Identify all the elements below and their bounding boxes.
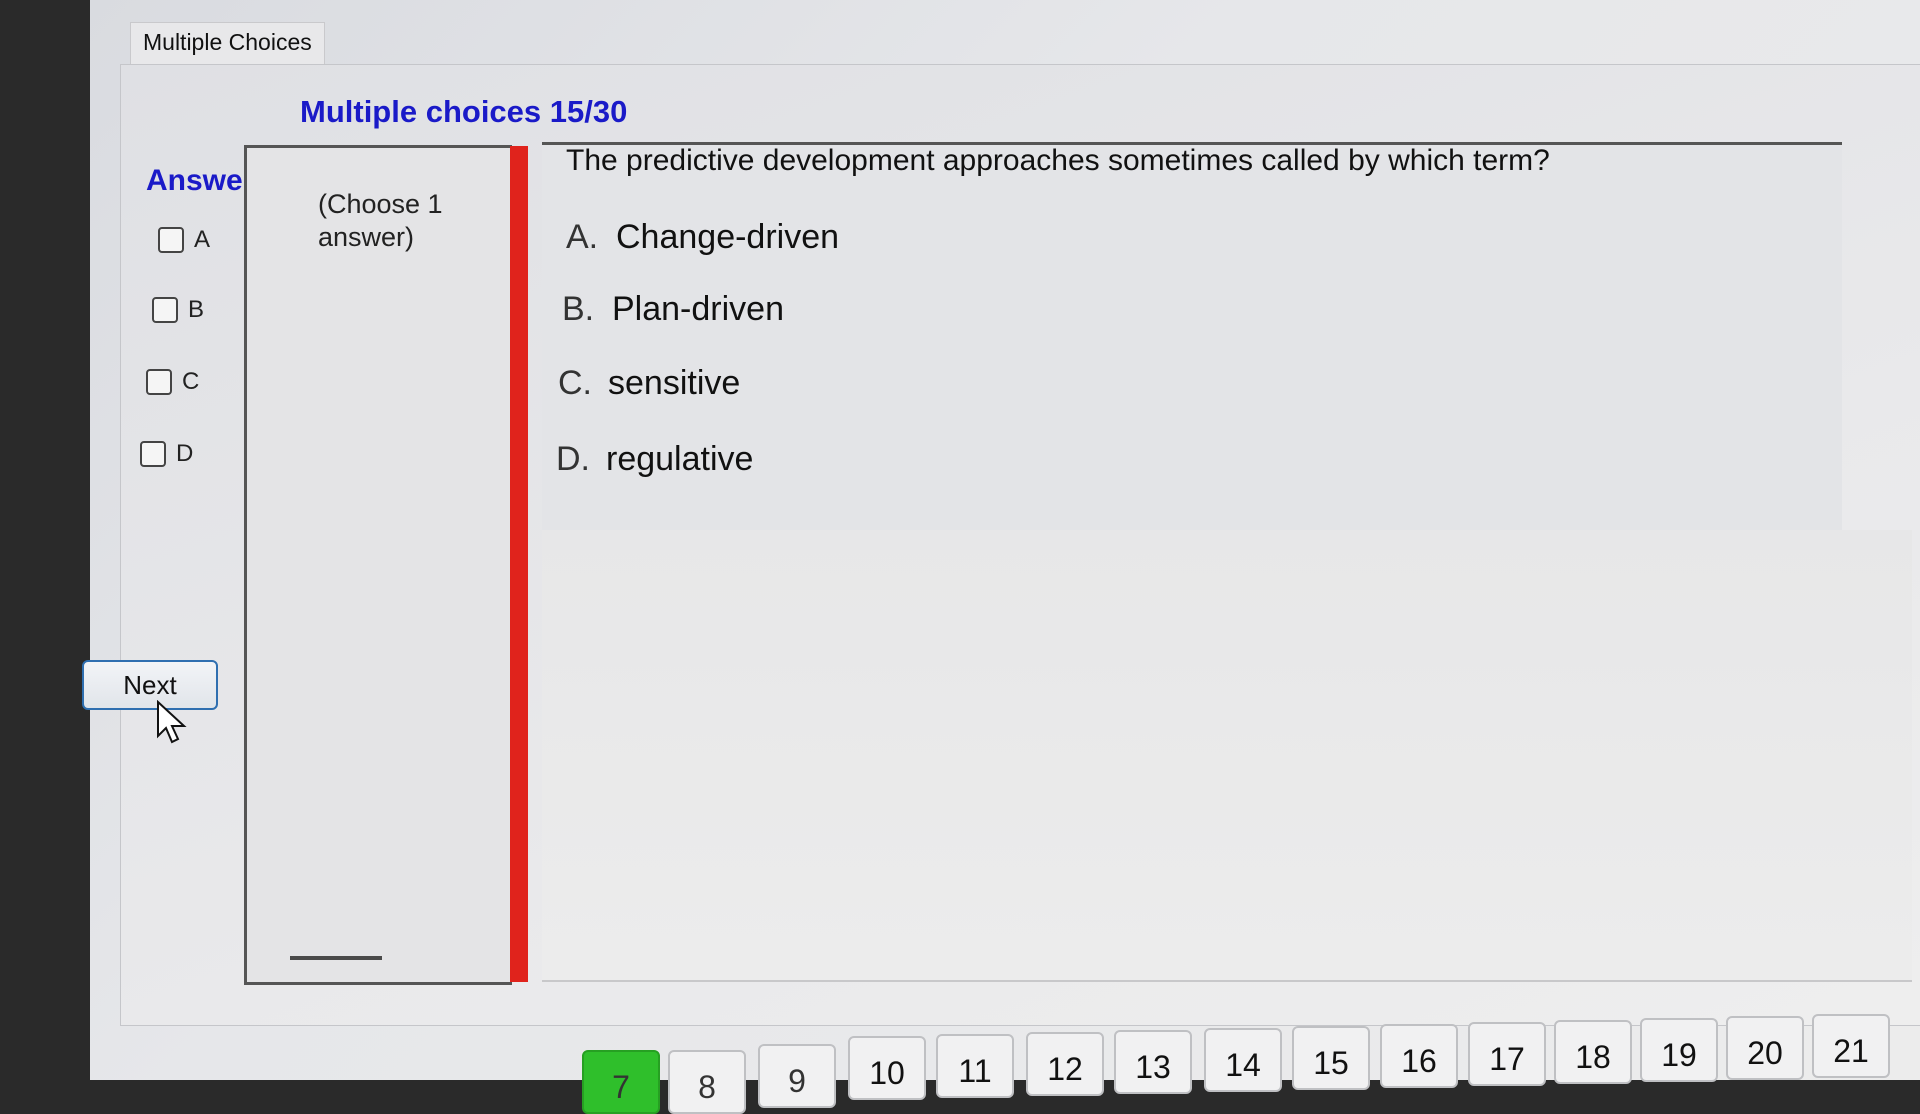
page-button-9[interactable]: 9 (758, 1044, 836, 1108)
option-text: sensitive (608, 364, 741, 402)
question-option-b: B. Plan-driven (562, 290, 784, 329)
option-letter: C. (558, 364, 592, 402)
option-text: Plan-driven (612, 290, 784, 328)
answer-heading: Answer (146, 164, 255, 197)
option-letter: A. (566, 218, 599, 256)
choose-hint-text: (Choose 1 answer) (318, 189, 443, 252)
question-option-c: C. sensitive (558, 364, 740, 403)
question-option-d: D. regulative (556, 440, 753, 479)
answer-option-label: D (176, 440, 194, 467)
panel-divider-line (290, 956, 382, 960)
red-divider-bar (510, 146, 528, 982)
answer-option-label: A (194, 226, 211, 253)
question-content-area (542, 530, 1912, 982)
checkbox-b[interactable] (152, 297, 178, 323)
quiz-progress-title: Multiple choices 15/30 (300, 94, 628, 129)
answer-option-label: B (188, 296, 205, 323)
page-button-16[interactable]: 16 (1380, 1024, 1458, 1088)
question-option-a: A. Change-driven (566, 218, 839, 257)
option-letter: B. (562, 290, 595, 328)
page-button-15[interactable]: 15 (1292, 1026, 1370, 1090)
tab-multiple-choices[interactable]: Multiple Choices (130, 22, 325, 64)
page-button-7[interactable]: 7 (582, 1050, 660, 1114)
option-letter: D. (556, 440, 590, 478)
mouse-cursor-icon (157, 700, 187, 744)
answer-option-b[interactable]: B (152, 296, 204, 324)
option-text: regulative (606, 440, 754, 478)
page-button-21[interactable]: 21 (1812, 1014, 1890, 1078)
choose-hint-panel (244, 145, 512, 985)
page-button-18[interactable]: 18 (1554, 1020, 1632, 1084)
question-text: The predictive development approaches so… (566, 144, 1550, 177)
page-button-10[interactable]: 10 (848, 1036, 926, 1100)
option-text: Change-driven (616, 218, 840, 256)
page-button-19[interactable]: 19 (1640, 1018, 1718, 1082)
checkbox-c[interactable] (146, 369, 172, 395)
answer-option-a[interactable]: A (158, 226, 210, 254)
page-button-12[interactable]: 12 (1026, 1032, 1104, 1096)
answer-option-d[interactable]: D (140, 440, 193, 468)
page-button-13[interactable]: 13 (1114, 1030, 1192, 1094)
answer-option-c[interactable]: C (146, 368, 199, 396)
checkbox-a[interactable] (158, 227, 184, 253)
page-button-14[interactable]: 14 (1204, 1028, 1282, 1092)
next-button[interactable]: Next (82, 660, 218, 710)
page-button-17[interactable]: 17 (1468, 1022, 1546, 1086)
page-button-20[interactable]: 20 (1726, 1016, 1804, 1080)
page-button-11[interactable]: 11 (936, 1034, 1014, 1098)
answer-option-label: C (182, 368, 200, 395)
page-button-8[interactable]: 8 (668, 1050, 746, 1114)
checkbox-d[interactable] (140, 441, 166, 467)
